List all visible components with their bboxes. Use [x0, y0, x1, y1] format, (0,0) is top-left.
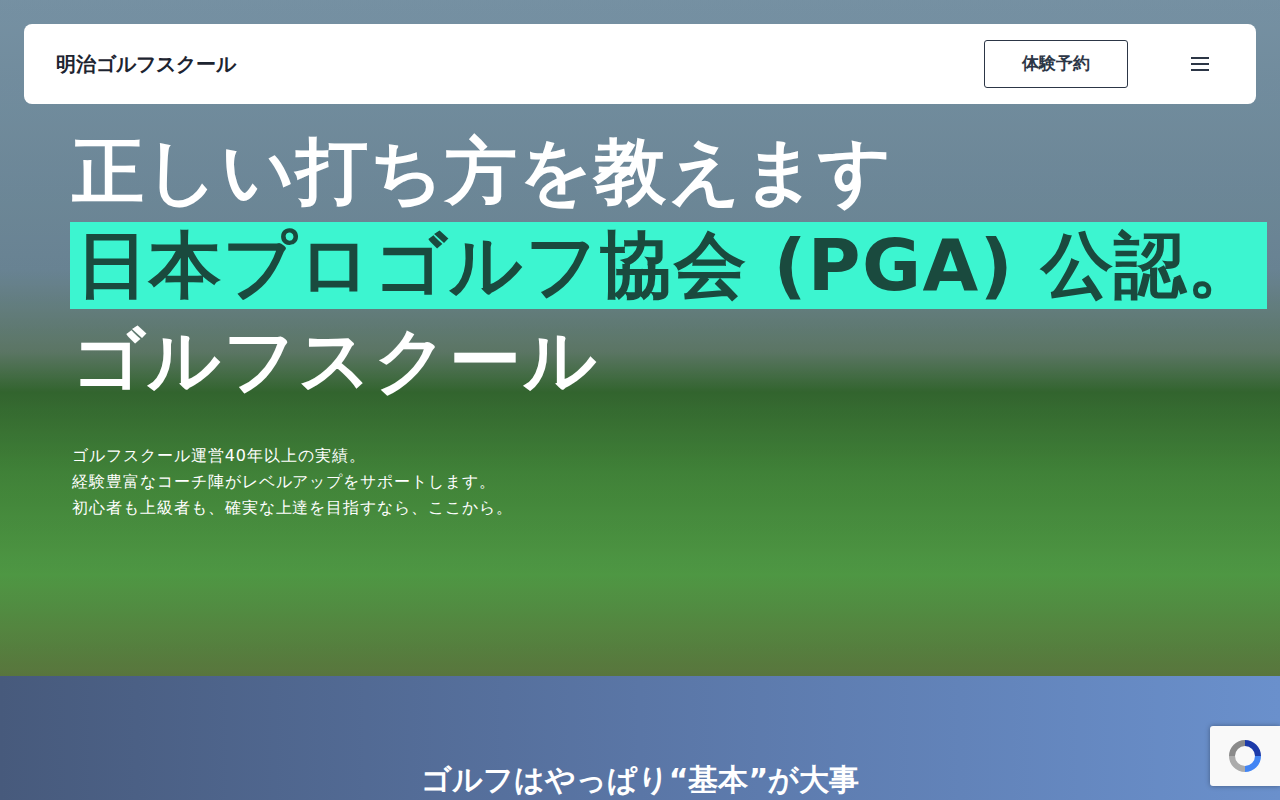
- intro-section: ゴルフはやっぱり“基本”が大事: [0, 676, 1280, 800]
- lead-text: ゴルフスクール運営40年以上の実績。経験豊富なコーチ陣がレベルアップをサポートし…: [72, 443, 1280, 521]
- headline-line: 日本プロゴルフ協会 (PGA) 公認。: [72, 222, 1280, 308]
- headline-text: ゴルフスクール: [72, 318, 598, 402]
- hamburger-icon: [1190, 56, 1210, 72]
- headline-line: ゴルフスクール: [72, 317, 1280, 403]
- headline-highlight: 日本プロゴルフ協会 (PGA) 公認。: [70, 222, 1267, 308]
- headline-line: 正しい打ち方を教えます: [72, 128, 1280, 214]
- headline: 正しい打ち方を教えます日本プロゴルフ協会 (PGA) 公認。ゴルフスクール: [72, 128, 1280, 403]
- section-title: ゴルフはやっぱり“基本”が大事: [0, 762, 1280, 798]
- lead-line: 初心者も上級者も、確実な上達を目指すなら、ここから。: [72, 495, 1280, 521]
- lead-line: 経験豊富なコーチ陣がレベルアップをサポートします。: [72, 469, 1280, 495]
- recaptcha-badge[interactable]: [1210, 726, 1280, 786]
- headline-text: 正しい打ち方を教えます: [72, 129, 894, 213]
- site-header: 明治ゴルフスクール 体験予約: [24, 24, 1256, 104]
- hero: 明治ゴルフスクール 体験予約 正しい打ち方を教えます日本プロゴルフ協会 (PGA…: [0, 0, 1280, 676]
- menu-icon[interactable]: [1176, 40, 1224, 88]
- lead-line: ゴルフスクール運営40年以上の実績。: [72, 443, 1280, 469]
- reserve-button[interactable]: 体験予約: [984, 40, 1128, 88]
- logo[interactable]: 明治ゴルフスクール: [56, 49, 236, 79]
- recaptcha-icon: [1225, 736, 1265, 776]
